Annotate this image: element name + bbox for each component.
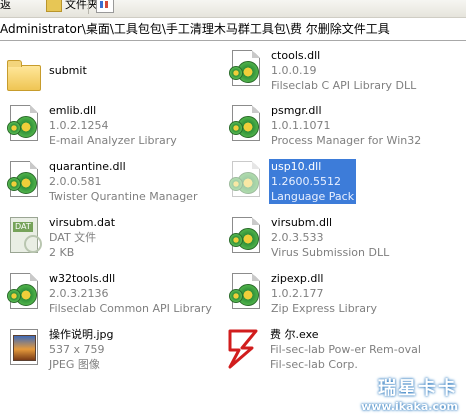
file-name: quarantine.dll [49, 160, 126, 173]
watermark: 瑞星卡卡 www.ikaka.com [361, 374, 458, 413]
jpg-icon [4, 327, 42, 369]
file-name: usp10.dll [271, 160, 322, 173]
file-description: Virus Submission DLL [271, 246, 390, 259]
file-type: DAT 文件 [49, 231, 97, 244]
file-item[interactable]: quarantine.dll 2.0.0.581 Twister Quranti… [2, 159, 228, 209]
file-item[interactable]: 操作说明.jpg 537 x 759 JPEG 图像 [2, 327, 228, 377]
file-name: 费 尔.exe [270, 328, 319, 341]
file-name: submit [49, 64, 87, 77]
file-item-selected[interactable]: usp10.dll 1.2600.5512 Language Pack [224, 159, 450, 209]
file-item[interactable]: emlib.dll 1.0.2.1254 E-mail Analyzer Lib… [2, 103, 228, 153]
file-item[interactable]: submit [2, 55, 228, 105]
back-button[interactable]: 返 [0, 0, 11, 12]
file-description: Zip Express Library [271, 302, 377, 315]
file-name: virsubm.dat [49, 216, 116, 229]
exe-icon [222, 327, 260, 369]
file-version: 1.0.1.1071 [271, 119, 331, 132]
file-version: 1.2600.5512 [271, 175, 341, 188]
file-item[interactable]: DAT virsubm.dat DAT 文件 2 KB [2, 215, 228, 265]
file-version: 1.0.2.177 [271, 287, 324, 300]
dat-icon: DAT [4, 215, 42, 257]
file-dimensions: 537 x 759 [49, 343, 105, 356]
file-version: 2.0.3.2136 [49, 287, 109, 300]
file-item[interactable]: w32tools.dll 2.0.3.2136 Filseclab Common… [2, 271, 228, 321]
watermark-title: 瑞星卡卡 [378, 378, 458, 399]
file-description: E-mail Analyzer Library [49, 134, 177, 147]
file-version: 2.0.0.581 [49, 175, 102, 188]
file-size: 2 KB [49, 246, 75, 259]
file-name: emlib.dll [49, 104, 97, 117]
toolbar: 返 文件夹 [0, 0, 466, 18]
folder-icon [4, 55, 42, 97]
dll-icon [226, 215, 264, 257]
file-company: Fil-sec-lab Corp. [270, 358, 358, 371]
file-type: JPEG 图像 [49, 358, 100, 371]
file-item[interactable]: virsubm.dll 2.0.3.533 Virus Submission D… [224, 215, 450, 265]
file-name: zipexp.dll [271, 272, 324, 285]
dll-icon [226, 103, 264, 145]
file-item[interactable]: 费 尔.exe Fil-sec-lab Pow-er Rem-oval Fil-… [220, 327, 446, 377]
file-description: Language Pack [271, 190, 355, 203]
dll-icon [4, 103, 42, 145]
dll-icon [4, 271, 42, 313]
file-name: virsubm.dll [271, 216, 333, 229]
file-item[interactable]: ctools.dll 1.0.0.19 Filseclab C API Libr… [224, 48, 450, 98]
folders-label: 文件夹 [65, 0, 98, 11]
file-item[interactable]: psmgr.dll 1.0.1.1071 Process Manager for… [224, 103, 450, 153]
dll-icon [226, 48, 264, 90]
file-description: Filseclab C API Library DLL [271, 79, 417, 92]
dll-icon [4, 159, 42, 201]
file-version: 2.0.3.533 [271, 231, 324, 244]
dll-icon [226, 159, 264, 201]
toolbar-separator [88, 1, 89, 14]
file-description: Fil-sec-lab Pow-er Rem-oval [270, 343, 421, 356]
file-version: 1.0.0.19 [271, 64, 317, 77]
file-name: 操作说明.jpg [49, 328, 114, 341]
file-description: Process Manager for Win32 [271, 134, 422, 147]
folders-button[interactable]: 文件夹 [46, 0, 98, 12]
file-name: ctools.dll [271, 49, 321, 62]
folder-icon [46, 0, 62, 12]
address-bar[interactable]: Administrator\桌面\工具包包\手工清理木马群工具包\费 尔删除文件… [0, 18, 466, 41]
file-description: Filseclab Common API Library [49, 302, 212, 315]
address-path: Administrator\桌面\工具包包\手工清理木马群工具包\费 尔删除文件… [0, 22, 390, 36]
views-button[interactable] [96, 0, 114, 13]
file-description: Twister Qurantine Manager [49, 190, 198, 203]
file-item[interactable]: zipexp.dll 1.0.2.177 Zip Express Library [224, 271, 450, 321]
watermark-url: www.ikaka.com [361, 400, 458, 413]
file-name: psmgr.dll [271, 104, 322, 117]
dll-icon [226, 271, 264, 313]
file-version: 1.0.2.1254 [49, 119, 109, 132]
file-name: w32tools.dll [49, 272, 116, 285]
